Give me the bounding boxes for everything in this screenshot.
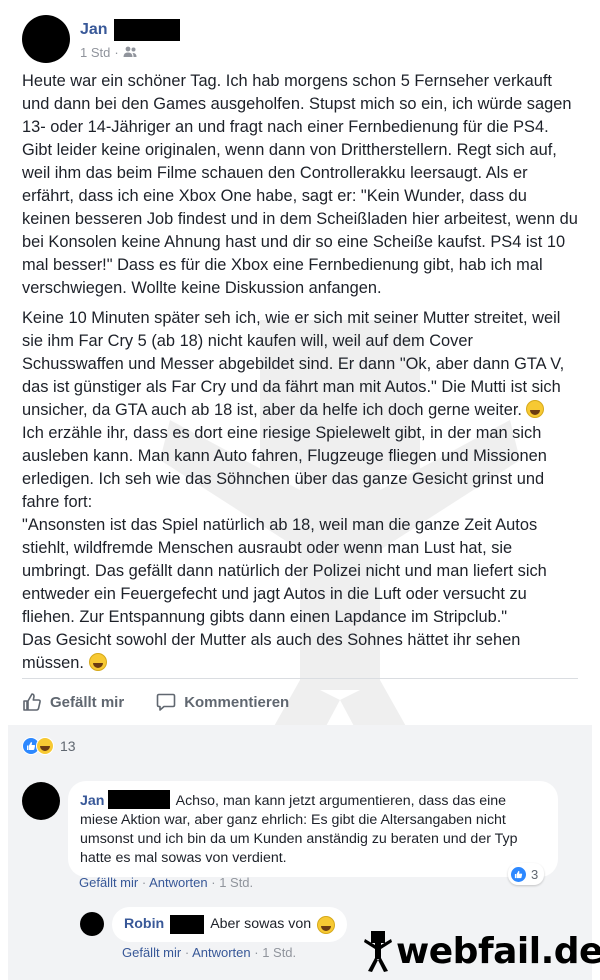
comment-like-link[interactable]: Gefällt mir	[122, 945, 181, 960]
divider	[22, 678, 578, 679]
comment-reply-link[interactable]: Antworten	[192, 945, 251, 960]
grinning-face-icon	[526, 400, 545, 418]
comment-button[interactable]: Kommentieren	[156, 692, 289, 712]
like-button[interactable]: Gefällt mir	[22, 692, 124, 712]
comment-label: Kommentieren	[184, 693, 290, 711]
redacted-surname	[108, 790, 171, 809]
like-label: Gefällt mir	[50, 693, 125, 711]
comment-author-name[interactable]: Jan	[80, 793, 104, 809]
post-timestamp[interactable]: 1 Std	[80, 45, 110, 60]
post-header: Jan 1 Std ·	[22, 14, 180, 64]
comment-reactions[interactable]: 3	[508, 863, 545, 885]
webfail-logo: webfail.de	[364, 930, 600, 972]
comment-timestamp[interactable]: 1 Std.	[262, 945, 296, 960]
avatar[interactable]	[80, 912, 104, 936]
redacted-surname	[170, 915, 205, 934]
stick-figure-icon	[364, 931, 392, 972]
comment-actions: Gefällt mir · Antworten · 1 Std.	[122, 945, 297, 960]
redacted-surname	[113, 18, 180, 41]
reaction-count: 13	[60, 738, 76, 754]
post-body: Heute war ein schöner Tag. Ich hab morge…	[22, 70, 578, 682]
comment-like-link[interactable]: Gefällt mir	[79, 875, 138, 890]
comment-bubble: Jan Achso, man kann jetzt argumentieren,…	[68, 781, 558, 877]
logo-text: webfail.de	[396, 930, 600, 972]
comment-reaction-count: 3	[531, 866, 539, 882]
grinning-face-icon	[88, 653, 107, 671]
comment-timestamp[interactable]: 1 Std.	[219, 875, 253, 890]
post-actions: Gefällt mir Kommentieren	[22, 688, 578, 716]
avatar[interactable]	[22, 15, 70, 63]
post-paragraph: Keine 10 Minuten später seh ich, wie er …	[22, 309, 565, 672]
speech-bubble-icon	[156, 693, 176, 711]
comment-author-name[interactable]: Robin	[124, 915, 164, 934]
comment-actions: Gefällt mir · Antworten · 1 Std.	[79, 875, 254, 890]
reply-bubble: Robin Aber sowas von	[112, 907, 348, 942]
comment-text: Aber sowas von	[210, 916, 312, 932]
reactions-summary[interactable]: 13	[22, 737, 76, 755]
friends-icon[interactable]	[123, 46, 137, 58]
grinning-face-icon	[317, 915, 336, 934]
avatar[interactable]	[22, 782, 60, 820]
post-paragraph: Heute war ein schöner Tag. Ich hab morge…	[22, 72, 578, 297]
thumbs-up-icon	[23, 693, 41, 711]
comment-reply-link[interactable]: Antworten	[149, 875, 208, 890]
haha-reaction-icon	[36, 737, 54, 755]
like-reaction-icon	[510, 865, 527, 883]
post-author-name[interactable]: Jan	[80, 21, 108, 39]
